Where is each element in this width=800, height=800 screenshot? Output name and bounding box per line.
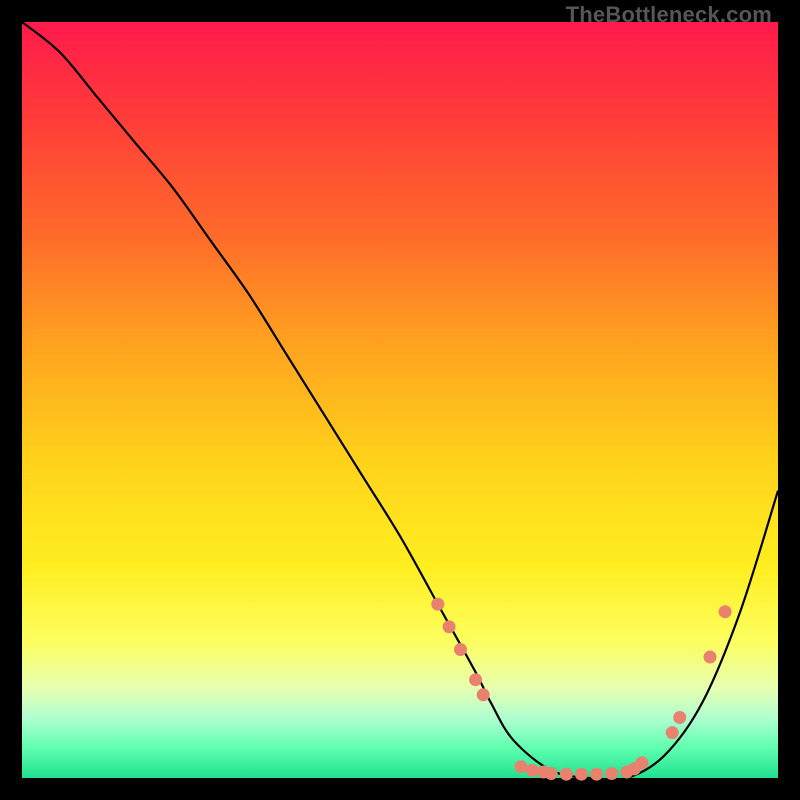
- data-point: [526, 764, 539, 777]
- data-point: [673, 711, 686, 724]
- data-point: [605, 767, 618, 780]
- bottleneck-curve: [22, 22, 778, 780]
- data-point: [515, 760, 528, 773]
- data-point: [704, 651, 717, 664]
- watermark-text: TheBottleneck.com: [566, 2, 772, 28]
- plot-area: [22, 22, 778, 778]
- data-point: [635, 756, 648, 769]
- chart-svg: [22, 22, 778, 778]
- data-point: [477, 688, 490, 701]
- data-point: [590, 768, 603, 781]
- data-point: [666, 726, 679, 739]
- marker-group: [431, 598, 731, 781]
- data-point: [560, 768, 573, 781]
- data-point: [575, 768, 588, 781]
- data-point: [545, 767, 558, 780]
- data-point: [431, 598, 444, 611]
- data-point: [469, 673, 482, 686]
- data-point: [454, 643, 467, 656]
- data-point: [443, 620, 456, 633]
- data-point: [719, 605, 732, 618]
- chart-frame: TheBottleneck.com: [0, 0, 800, 800]
